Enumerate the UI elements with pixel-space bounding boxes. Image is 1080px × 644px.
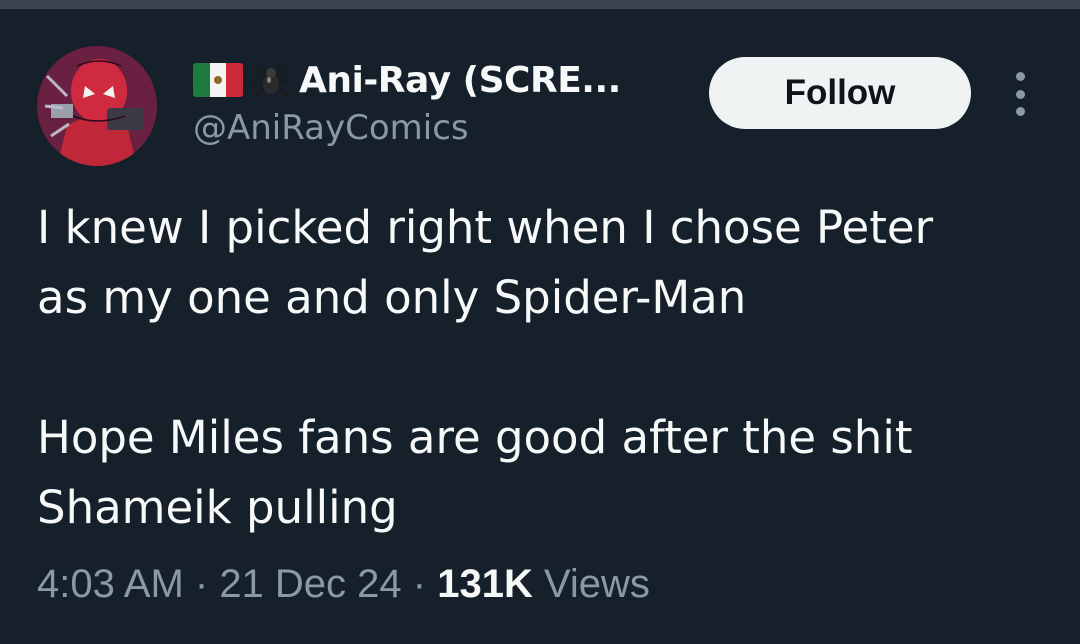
tweet-text-line: as my one and only Spider-Man [37, 271, 747, 324]
author-name-row[interactable]: Ani-Ray (SCRE... [193, 58, 621, 102]
views-label: Views [532, 562, 650, 606]
timestamp-time[interactable]: 4:03 AM [37, 562, 184, 606]
follow-button[interactable]: Follow [709, 57, 971, 129]
separator: · [183, 562, 220, 606]
display-name[interactable]: Ani-Ray (SCRE... [299, 60, 621, 101]
author-handle[interactable]: @AniRayComics [193, 108, 469, 148]
avatar[interactable] [37, 46, 157, 166]
separator: · [401, 562, 438, 606]
views-count[interactable]: 131K [437, 562, 533, 606]
tweet-text-line: Shameik pulling [37, 481, 398, 534]
top-divider [0, 0, 1080, 9]
tweet-text-line: I knew I picked right when I chose Peter [37, 201, 934, 254]
tweet-text-line: Hope Miles fans are good after the shit [37, 411, 913, 464]
tweet-meta: 4:03 AM · 21 Dec 24 · 131K Views [37, 562, 650, 607]
mexico-flag-icon [193, 63, 243, 97]
timestamp-date[interactable]: 21 Dec 24 [219, 562, 401, 606]
spider-icon [253, 63, 289, 97]
more-options-icon[interactable] [1008, 72, 1032, 116]
